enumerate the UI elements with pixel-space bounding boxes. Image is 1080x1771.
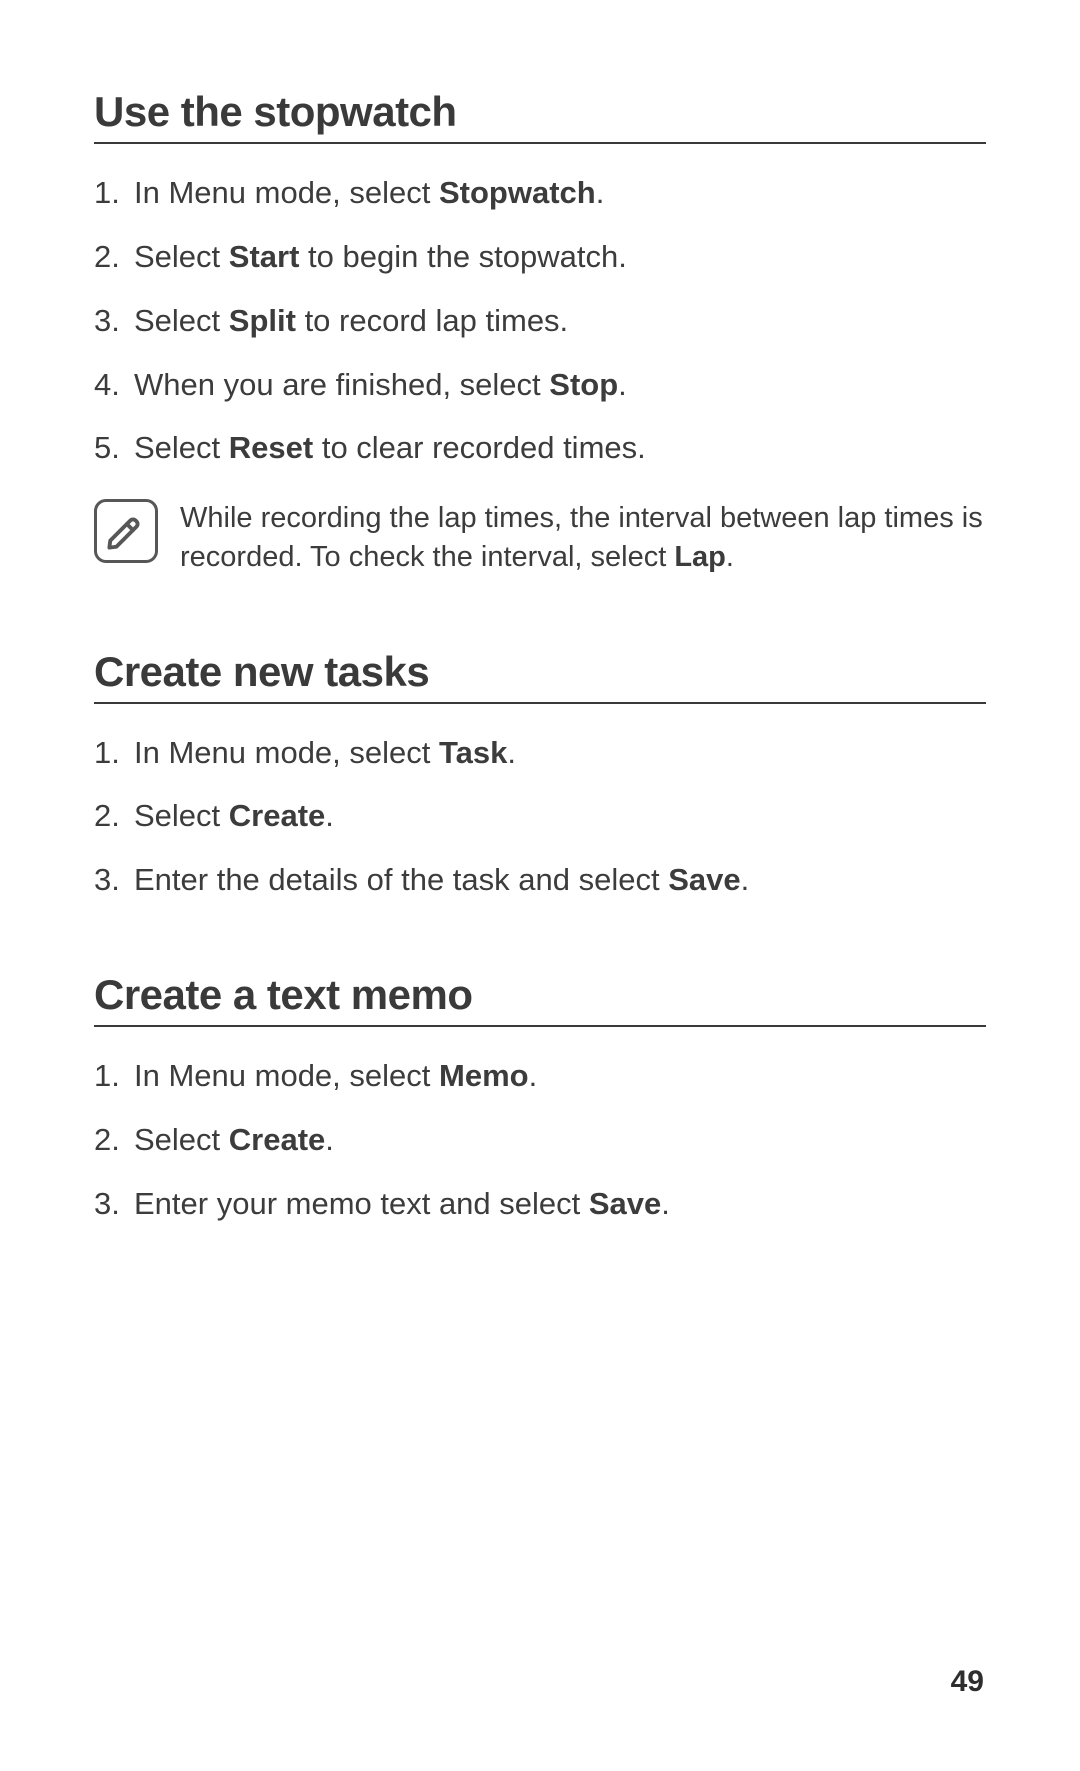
step-text-post: to clear recorded times. (313, 430, 646, 465)
step-item: Select Split to record lap times. (94, 300, 986, 342)
step-text-post: . (325, 798, 334, 833)
step-text-pre: Enter your memo text and select (134, 1186, 589, 1221)
step-item: In Menu mode, select Stopwatch. (94, 172, 986, 214)
note-text-bold: Lap (674, 541, 726, 573)
steps-stopwatch: In Menu mode, select Stopwatch. Select S… (94, 172, 986, 469)
step-item: Select Reset to clear recorded times. (94, 427, 986, 469)
step-text-post: to begin the stopwatch. (299, 239, 626, 274)
note-pencil-icon (94, 499, 158, 563)
step-item: Select Create. (94, 1119, 986, 1161)
step-text-post: . (507, 735, 516, 770)
step-text-pre: Select (134, 798, 229, 833)
note-text-post: . (726, 541, 734, 573)
step-text-post: to record lap times. (296, 303, 568, 338)
note-block: While recording the lap times, the inter… (94, 499, 986, 577)
spacer (94, 923, 986, 971)
section-title-stopwatch: Use the stopwatch (94, 88, 986, 144)
spacer (94, 578, 986, 648)
page-number: 49 (951, 1665, 984, 1699)
step-item: In Menu mode, select Memo. (94, 1055, 986, 1097)
step-item: Enter your memo text and select Save. (94, 1183, 986, 1225)
step-text-pre: Select (134, 239, 229, 274)
step-text-bold: Start (229, 239, 300, 274)
step-text-post: . (618, 367, 627, 402)
step-text-bold: Create (229, 798, 326, 833)
step-item: When you are finished, select Stop. (94, 364, 986, 406)
step-text-post: . (596, 175, 605, 210)
step-text-pre: Enter the details of the task and select (134, 862, 668, 897)
step-text-bold: Split (229, 303, 296, 338)
step-text-pre: In Menu mode, select (134, 175, 439, 210)
step-item: Enter the details of the task and select… (94, 859, 986, 901)
step-text-bold: Stopwatch (439, 175, 596, 210)
steps-tasks: In Menu mode, select Task. Select Create… (94, 732, 986, 902)
steps-memo: In Menu mode, select Memo. Select Create… (94, 1055, 986, 1225)
step-text-post: . (661, 1186, 670, 1221)
step-item: Select Create. (94, 795, 986, 837)
step-text-bold: Memo (439, 1058, 529, 1093)
step-text-bold: Reset (229, 430, 313, 465)
step-text-pre: Select (134, 303, 229, 338)
step-text-bold: Save (589, 1186, 661, 1221)
step-text-pre: In Menu mode, select (134, 1058, 439, 1093)
note-text-pre: While recording the lap times, the inter… (180, 502, 983, 573)
step-text-post: . (325, 1122, 334, 1157)
section-title-tasks: Create new tasks (94, 648, 986, 704)
step-text-post: . (529, 1058, 538, 1093)
step-text-bold: Task (439, 735, 507, 770)
note-text: While recording the lap times, the inter… (180, 499, 986, 577)
step-text-pre: Select (134, 1122, 229, 1157)
step-text-post: . (741, 862, 750, 897)
step-text-pre: Select (134, 430, 229, 465)
step-text-bold: Create (229, 1122, 326, 1157)
step-text-bold: Save (668, 862, 740, 897)
section-title-memo: Create a text memo (94, 971, 986, 1027)
step-text-pre: When you are finished, select (134, 367, 549, 402)
step-text-bold: Stop (549, 367, 618, 402)
step-text-pre: In Menu mode, select (134, 735, 439, 770)
step-item: In Menu mode, select Task. (94, 732, 986, 774)
step-item: Select Start to begin the stopwatch. (94, 236, 986, 278)
manual-page: Use the stopwatch In Menu mode, select S… (0, 0, 1080, 1771)
